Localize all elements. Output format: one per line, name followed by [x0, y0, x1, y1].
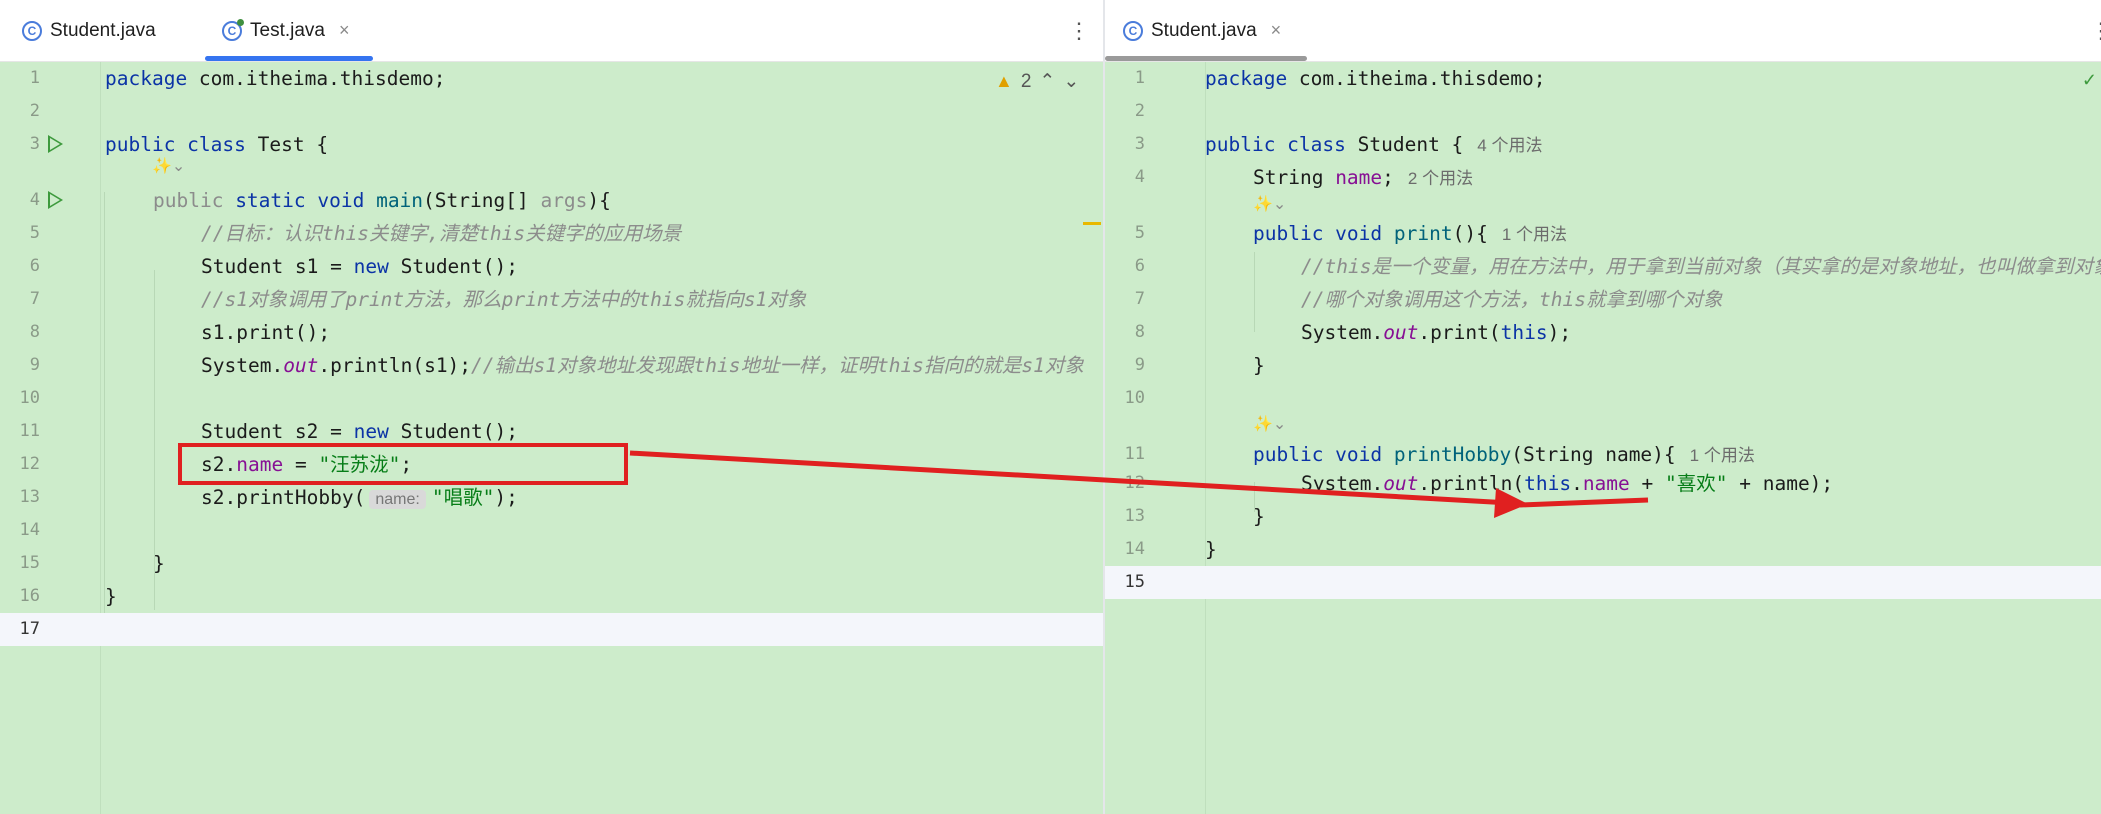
annotation-arrow — [629, 450, 1649, 518]
annotation-underline — [1519, 497, 1649, 508]
annotation-arrow-shaft — [629, 450, 1511, 506]
